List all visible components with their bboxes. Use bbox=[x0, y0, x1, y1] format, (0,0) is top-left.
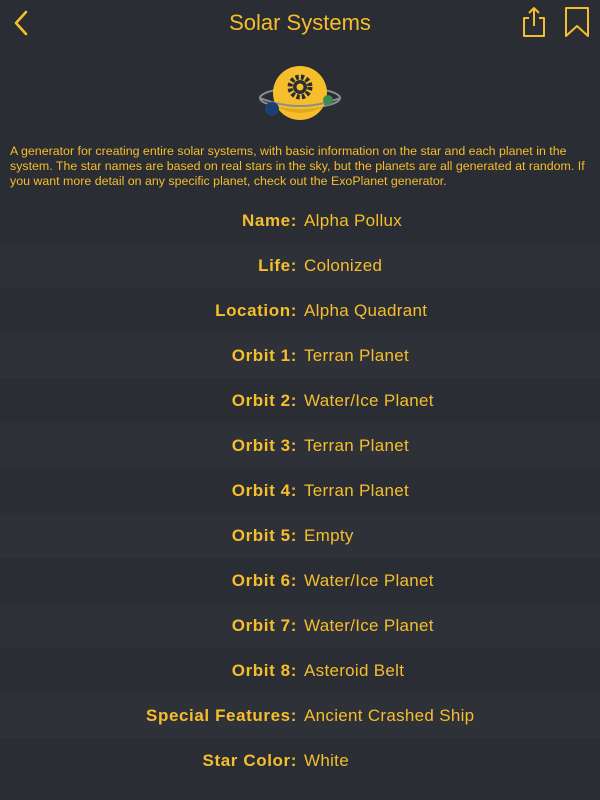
result-row-special-features: Special Features: Ancient Crashed Ship bbox=[0, 693, 600, 738]
solar-system-icon bbox=[255, 62, 345, 128]
row-value: White bbox=[304, 750, 349, 770]
result-row-orbit-8: Orbit 8: Asteroid Belt bbox=[0, 648, 600, 693]
result-row-orbit-4: Orbit 4: Terran Planet bbox=[0, 468, 600, 513]
result-row-orbit-6: Orbit 6: Water/Ice Planet bbox=[0, 558, 600, 603]
row-label: Orbit 8: bbox=[231, 660, 297, 680]
row-value: Terran Planet bbox=[304, 345, 410, 365]
row-label: Orbit 3: bbox=[231, 435, 297, 455]
row-label: Location: bbox=[215, 300, 297, 320]
row-value: Empty bbox=[304, 525, 354, 545]
bookmark-button[interactable] bbox=[561, 5, 593, 39]
row-value: Ancient Crashed Ship bbox=[304, 705, 475, 725]
row-value: Terran Planet bbox=[304, 480, 410, 500]
generator-description: A generator for creating entire solar sy… bbox=[10, 144, 585, 188]
row-label: Orbit 4: bbox=[231, 480, 297, 500]
bookmark-icon bbox=[565, 7, 589, 37]
row-value: Terran Planet bbox=[304, 435, 410, 455]
row-value: Asteroid Belt bbox=[304, 660, 405, 680]
result-row-orbit-1: Orbit 1: Terran Planet bbox=[0, 333, 600, 378]
row-label: Orbit 1: bbox=[231, 345, 297, 365]
page-title: Solar Systems bbox=[229, 10, 371, 35]
result-row-star-color: Star Color: White bbox=[0, 738, 600, 783]
row-label: Orbit 2: bbox=[231, 390, 297, 410]
result-row-orbit-7: Orbit 7: Water/Ice Planet bbox=[0, 603, 600, 648]
result-list: Name: Alpha Pollux Life: Colonized Locat… bbox=[0, 198, 600, 783]
row-value: Colonized bbox=[304, 255, 383, 275]
result-row-orbit-5: Orbit 5: Empty bbox=[0, 513, 600, 558]
row-label: Special Features: bbox=[146, 705, 297, 725]
row-label: Orbit 5: bbox=[231, 525, 297, 545]
row-label: Star Color: bbox=[202, 750, 297, 770]
row-label: Name: bbox=[242, 210, 297, 230]
result-row-location: Location: Alpha Quadrant bbox=[0, 288, 600, 333]
result-row-name: Name: Alpha Pollux bbox=[0, 198, 600, 243]
row-value: Alpha Pollux bbox=[304, 210, 403, 230]
row-value: Water/Ice Planet bbox=[304, 615, 434, 635]
row-label: Orbit 7: bbox=[231, 615, 297, 635]
result-row-orbit-3: Orbit 3: Terran Planet bbox=[0, 423, 600, 468]
row-value: Water/Ice Planet bbox=[304, 570, 434, 590]
share-icon bbox=[523, 7, 545, 37]
result-row-life: Life: Colonized bbox=[0, 243, 600, 288]
row-label: Orbit 6: bbox=[231, 570, 297, 590]
row-label: Life: bbox=[258, 255, 297, 275]
share-button[interactable] bbox=[518, 5, 550, 39]
row-value: Alpha Quadrant bbox=[304, 300, 428, 320]
result-row-orbit-2: Orbit 2: Water/Ice Planet bbox=[0, 378, 600, 423]
navigation-bar: Solar Systems bbox=[0, 0, 600, 48]
row-value: Water/Ice Planet bbox=[304, 390, 434, 410]
